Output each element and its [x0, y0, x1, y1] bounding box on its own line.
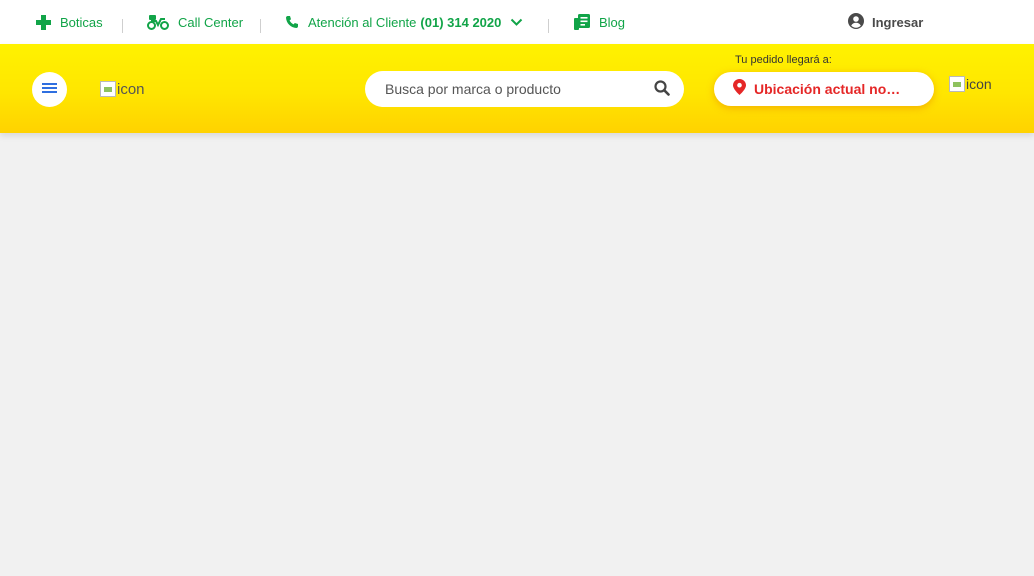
- blog-icon: [574, 14, 590, 30]
- divider: [548, 19, 549, 33]
- top-utility-bar: Boticas Call Center Atención al Cliente …: [0, 0, 1034, 44]
- login-button[interactable]: Ingresar: [848, 0, 923, 44]
- blog-link[interactable]: Blog: [574, 0, 625, 44]
- plus-icon: [36, 14, 51, 30]
- location-button[interactable]: Ubicación actual no disponible: [714, 72, 934, 106]
- divider: [260, 19, 261, 33]
- chevron-down-icon[interactable]: [510, 18, 523, 27]
- search-icon[interactable]: [654, 80, 670, 101]
- search-input[interactable]: [385, 81, 635, 97]
- call-center-link[interactable]: Call Center: [147, 0, 243, 44]
- blog-label: Blog: [599, 14, 626, 30]
- login-label: Ingresar: [872, 14, 924, 30]
- cart-button[interactable]: icon: [949, 76, 992, 92]
- search-bar: [365, 71, 684, 107]
- menu-button[interactable]: [32, 72, 67, 107]
- delivery-label: Tu pedido llegará a:: [735, 54, 832, 66]
- divider: [122, 19, 123, 33]
- customer-service-label: Atención al Cliente: [308, 14, 417, 30]
- boticas-link[interactable]: Boticas: [36, 0, 103, 44]
- broken-image-icon: [100, 81, 116, 97]
- user-icon: [848, 12, 864, 32]
- cart-alt-text: icon: [966, 76, 992, 92]
- location-text: Ubicación actual no disponible: [754, 81, 904, 97]
- location-pin-icon: [733, 78, 746, 100]
- motorbike-icon: [147, 14, 169, 30]
- boticas-label: Boticas: [60, 14, 103, 30]
- hamburger-icon: [42, 81, 57, 99]
- customer-service-link[interactable]: Atención al Cliente (01) 314 2020: [285, 0, 523, 44]
- page-content-area: [0, 133, 1034, 576]
- customer-service-phone: (01) 314 2020: [420, 14, 502, 30]
- broken-image-icon: [949, 76, 965, 92]
- call-center-label: Call Center: [178, 14, 244, 30]
- site-logo[interactable]: icon: [100, 77, 145, 101]
- main-header: icon Tu pedido llegará a: Ubicación actu…: [0, 44, 1034, 133]
- phone-icon: [285, 15, 299, 29]
- logo-alt-text: icon: [117, 80, 145, 98]
